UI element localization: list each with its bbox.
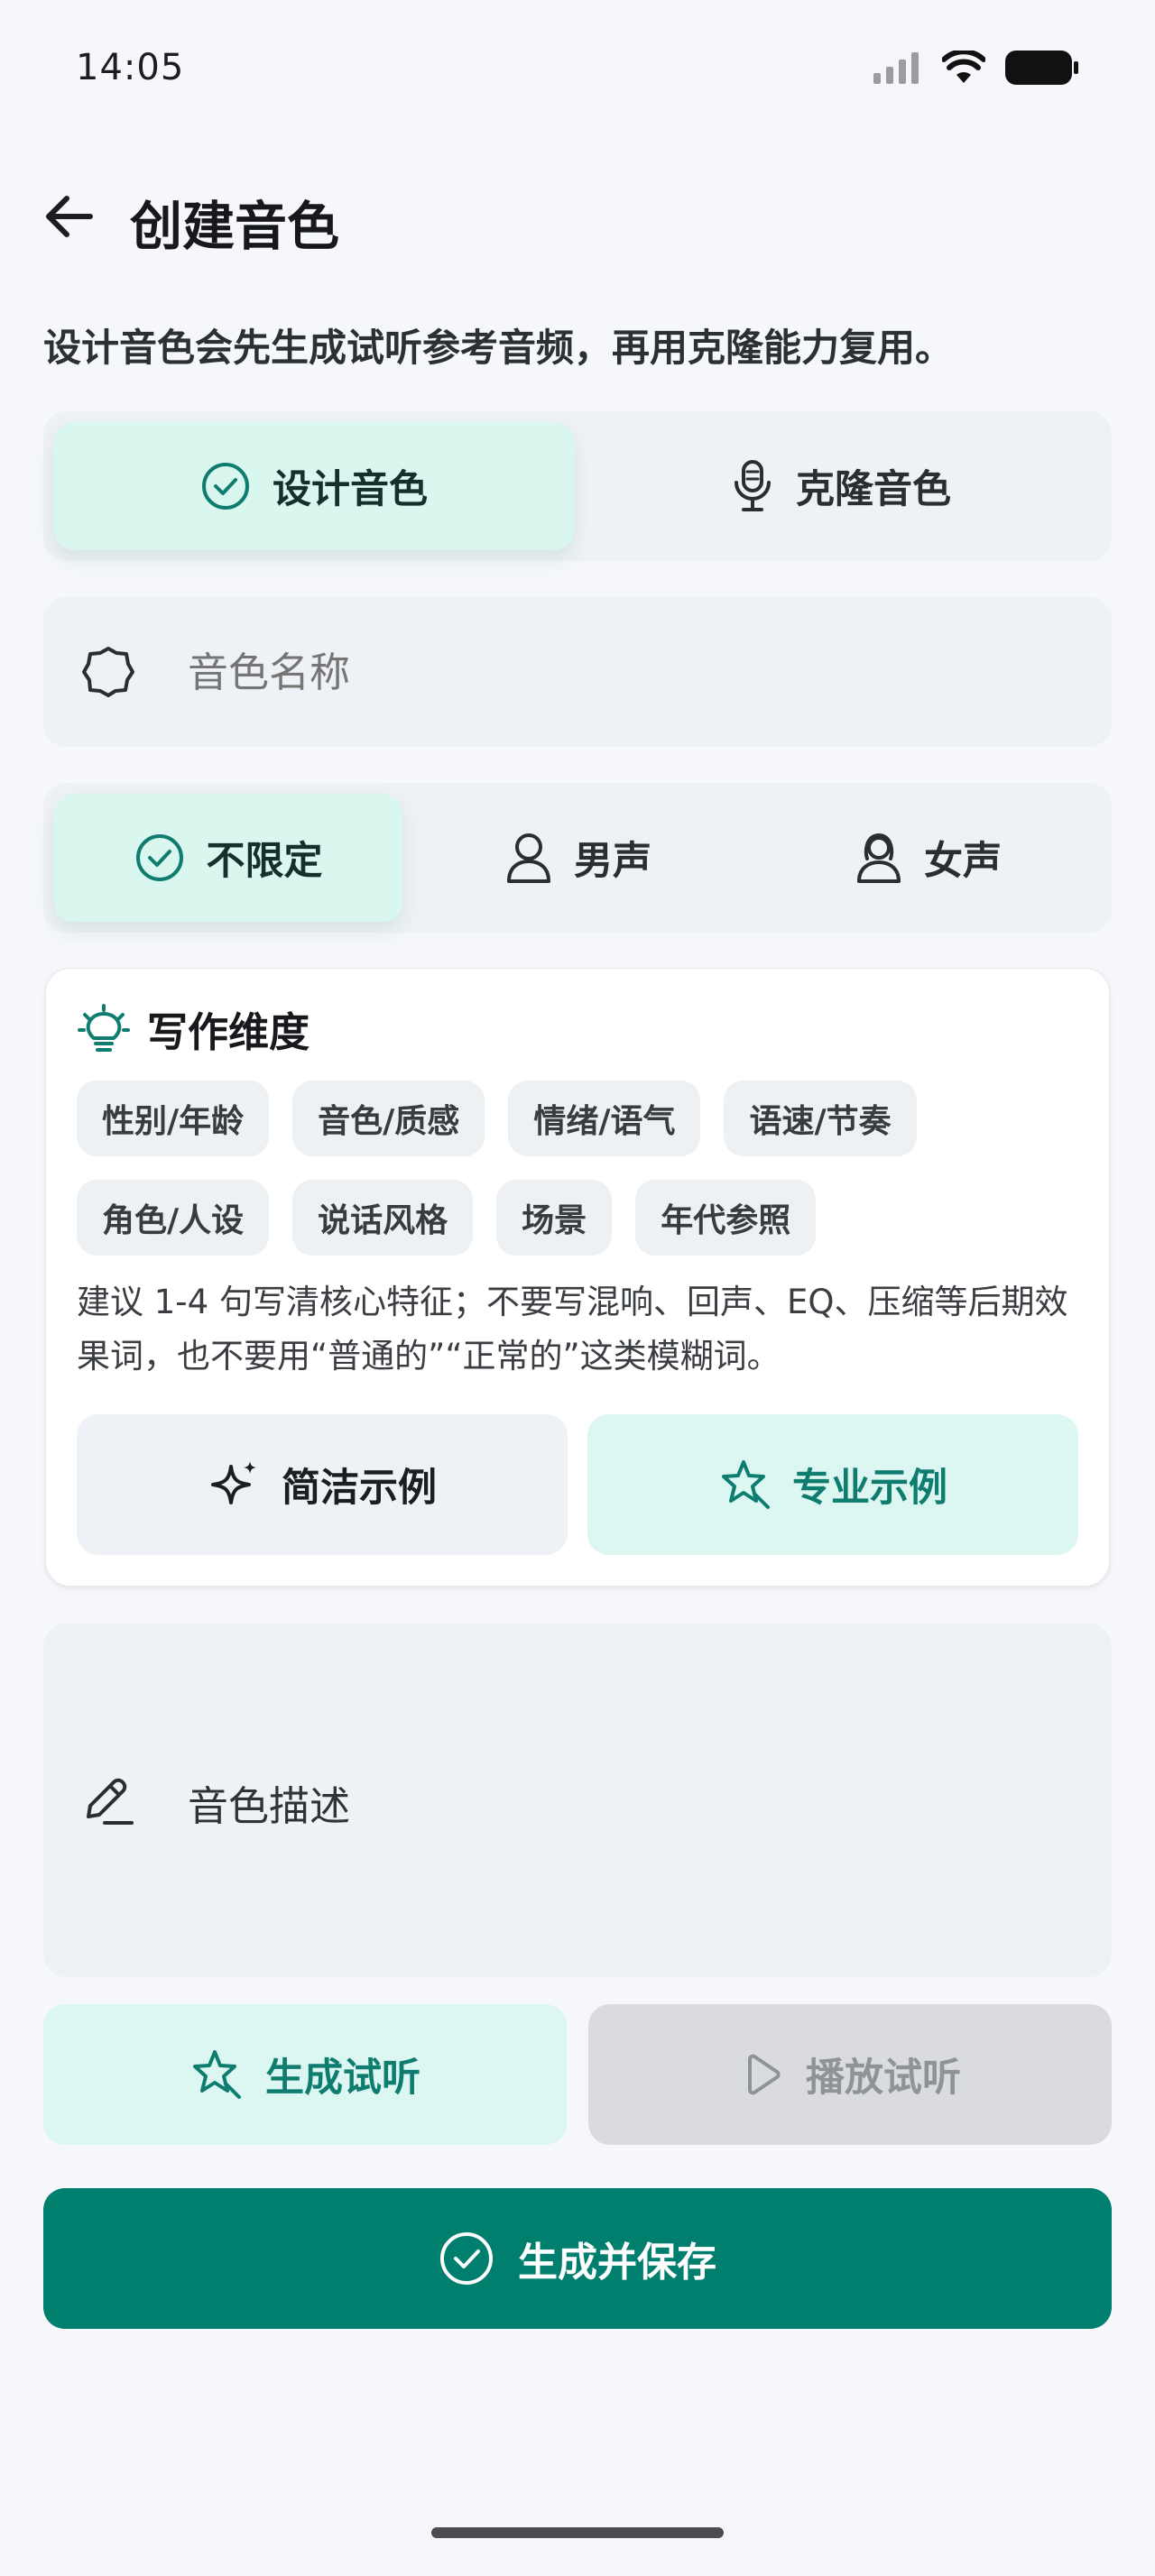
tab-design-voice-label: 设计音色 [273,467,428,512]
voice-description-field[interactable]: 音色描述 [43,1624,1112,1977]
check-circle-icon [202,463,249,510]
play-preview-label: 播放试听 [806,2056,961,2101]
chip-timbre-texture[interactable]: 音色/质感 [292,1081,485,1156]
page-subtitle: 设计音色会先生成试听参考音频，再用克隆能力复用。 [43,326,954,370]
tab-design-voice[interactable]: 设计音色 [54,422,574,550]
microphone-icon [735,460,771,511]
status-time: 14:05 [76,47,185,88]
lightbulb-icon [78,1003,130,1052]
pencil-icon [87,1778,134,1825]
check-circle-icon [440,2232,493,2285]
magic-star-icon [722,1460,770,1509]
page-title: 创建音色 [130,196,340,257]
pro-example-label: 专业示例 [792,1466,947,1511]
tab-clone-voice[interactable]: 克隆音色 [581,422,1101,550]
card-header: 写作维度 [77,999,310,1058]
voice-name-field[interactable] [43,597,1112,747]
back-button[interactable] [32,180,105,253]
chip-scene[interactable]: 场景 [496,1180,613,1256]
badge-icon [82,647,134,697]
mode-tabs: 设计音色 克隆音色 [43,411,1112,561]
arrow-left-icon [46,196,93,237]
chip-emotion-tone[interactable]: 情绪/语气 [508,1081,701,1156]
home-indicator[interactable] [431,2527,724,2538]
chip-gender-age[interactable]: 性别/年龄 [77,1081,270,1156]
simple-example-button[interactable]: 简洁示例 [77,1414,568,1555]
voice-description-placeholder[interactable]: 音色描述 [188,1773,350,1832]
wifi-icon [942,51,985,83]
tab-gender-any[interactable]: 不限定 [54,794,402,922]
generate-and-save-button[interactable]: 生成并保存 [43,2188,1112,2329]
sparkle-icon [211,1461,256,1504]
tab-gender-male[interactable]: 男声 [404,794,753,922]
generate-preview-button[interactable]: 生成试听 [43,2004,567,2145]
magic-star-icon [193,2050,241,2099]
tab-clone-voice-label: 克隆音色 [796,467,951,512]
play-icon [748,2054,781,2095]
status-bar: 14:05 [0,0,1155,135]
tab-gender-male-label: 男声 [574,839,651,884]
gender-tabs: 不限定 男声 女声 [43,783,1112,933]
create-voice-screen: 14:05 创建音色 设计音色会先生成试听参考音频，再用克隆能力复用。 设计音色… [0,0,1155,2576]
simple-example-label: 简洁示例 [282,1466,437,1511]
play-preview-button[interactable]: 播放试听 [588,2004,1112,2145]
generate-and-save-label: 生成并保存 [518,2240,716,2286]
generate-preview-label: 生成试听 [265,2056,420,2101]
writing-dimensions-card: 写作维度 性别/年龄 音色/质感 情绪/语气 语速/节奏 角色/人设 说话风格 … [45,968,1110,1587]
header: 创建音色 [0,171,1155,262]
chip-row: 角色/人设 说话风格 场景 年代参照 [77,1180,1078,1256]
male-person-icon [507,833,550,883]
check-circle-icon [135,834,183,881]
female-person-icon [857,833,901,883]
pro-example-button[interactable]: 专业示例 [587,1414,1078,1555]
chip-speaking-style[interactable]: 说话风格 [292,1180,474,1256]
card-title: 写作维度 [147,1008,310,1056]
chip-role-persona[interactable]: 角色/人设 [77,1180,270,1256]
signal-icon [873,52,919,84]
chip-row: 性别/年龄 音色/质感 情绪/语气 语速/节奏 [77,1081,1078,1156]
chip-era-reference[interactable]: 年代参照 [635,1180,817,1256]
tab-gender-female[interactable]: 女声 [754,794,1103,922]
chip-speed-rhythm[interactable]: 语速/节奏 [724,1081,917,1156]
writing-hint: 建议 1-4 句写清核心特征；不要写混响、回声、EQ、压缩等后期效果词，也不要用… [77,1283,1068,1375]
battery-icon [1005,51,1078,85]
dimension-chips: 性别/年龄 音色/质感 情绪/语气 语速/节奏 角色/人设 说话风格 场景 年代… [77,1081,1078,1279]
tab-gender-any-label: 不限定 [206,839,323,884]
tab-gender-female-label: 女声 [924,839,1002,884]
status-icons [872,51,1079,85]
voice-name-input[interactable] [188,644,1000,700]
